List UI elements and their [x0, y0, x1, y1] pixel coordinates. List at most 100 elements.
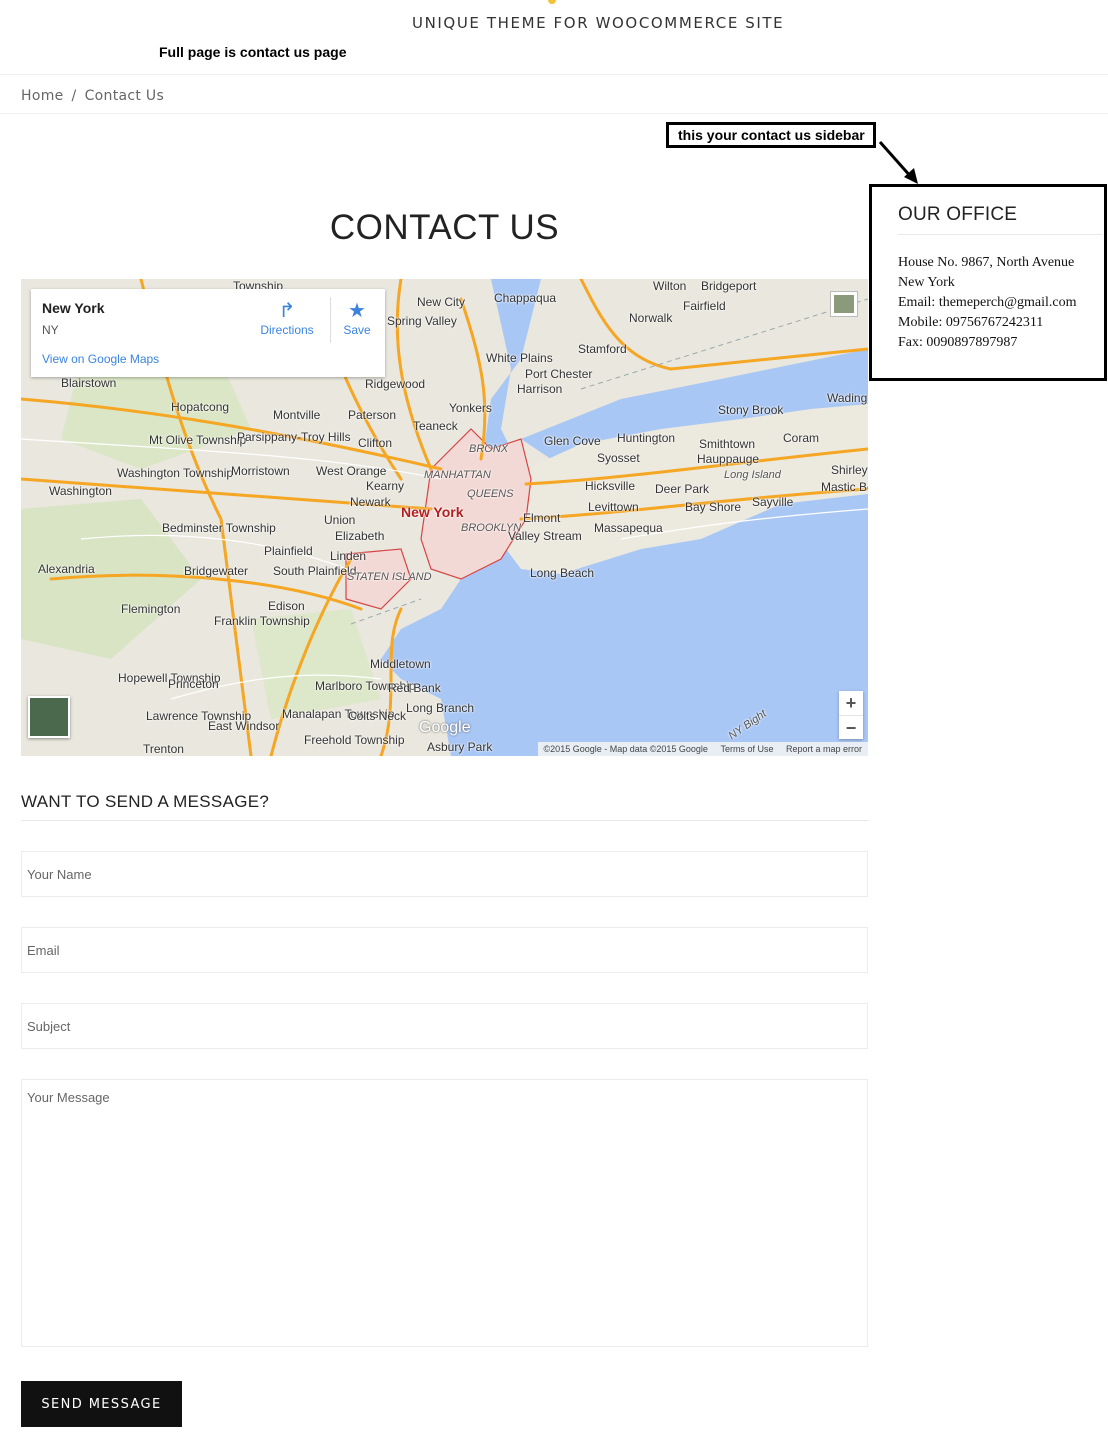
- office-address-line1: House No. 9867, North Avenue: [898, 255, 1075, 270]
- map-footer: ©2015 Google - Map data ©2015 Google Ter…: [537, 742, 868, 756]
- breadcrumb: Home / Contact Us: [21, 88, 164, 104]
- form-heading-divider: [21, 820, 868, 821]
- map-card-divider: [330, 297, 331, 343]
- map-label: Wilton: [653, 279, 687, 293]
- photo-icon[interactable]: [830, 291, 858, 317]
- subject-field[interactable]: [21, 1003, 868, 1049]
- map-label: Deer Park: [655, 482, 710, 496]
- map-label: Kearny: [366, 479, 405, 493]
- map-label: Colts Neck: [348, 709, 407, 723]
- office-title: OUR OFFICE: [898, 204, 1018, 225]
- map-label: Montville: [273, 408, 321, 422]
- map-label: Ridgewood: [365, 377, 426, 391]
- map-label: Sayville: [752, 495, 794, 509]
- breadcrumb-separator: /: [71, 88, 77, 104]
- annotation-full-page: Full page is contact us page: [159, 44, 347, 60]
- satellite-toggle[interactable]: [28, 696, 70, 738]
- map-label: Elizabeth: [335, 529, 385, 543]
- map-label: Paterson: [348, 408, 397, 422]
- map-label: Blairstown: [61, 376, 117, 390]
- map-label: Princeton: [168, 677, 219, 691]
- terms-of-use-link[interactable]: Terms of Use: [720, 744, 773, 754]
- map-label: MANHATTAN: [424, 469, 491, 481]
- map-label: Stony Brook: [718, 403, 784, 417]
- map-label: Harrison: [517, 382, 563, 396]
- map-label: Alexandria: [38, 562, 95, 576]
- map-label: Hicksville: [585, 479, 636, 493]
- site-tagline: UNIQUE THEME FOR WOOCOMMERCE SITE: [412, 14, 785, 32]
- send-message-button[interactable]: SEND MESSAGE: [21, 1381, 182, 1427]
- map-label: Port Chester: [525, 367, 593, 381]
- map-copyright: ©2015 Google - Map data ©2015 Google: [543, 744, 708, 754]
- office-info: House No. 9867, North Avenue New York Em…: [898, 253, 1077, 353]
- map-label: Plainfield: [264, 544, 313, 558]
- breadcrumb-divider: [0, 113, 1108, 114]
- map-label: Levittown: [588, 500, 639, 514]
- map-label: Coram: [783, 431, 820, 445]
- map-place-name: New York: [42, 300, 105, 316]
- map-label: Syosset: [597, 451, 640, 465]
- logo-accent-mark: [548, 0, 556, 4]
- map-label: Middletown: [370, 657, 431, 671]
- map-label: West Orange: [316, 464, 387, 478]
- save-label: Save: [343, 323, 371, 337]
- page-title: CONTACT US: [329, 208, 560, 247]
- map-label: Bay Shore: [685, 500, 742, 514]
- map-label: Asbury Park: [427, 740, 493, 754]
- map-label: Clifton: [358, 436, 393, 450]
- map-label: Bridgewater: [184, 564, 249, 578]
- email-field[interactable]: [21, 927, 868, 973]
- map-label: Stamford: [578, 342, 627, 356]
- map-label: Washington Township: [117, 466, 234, 480]
- google-map[interactable]: Township Wilton Bridgeport New City Chap…: [21, 279, 868, 756]
- map-info-card: New York NY View on Google Maps ↱ Direct…: [31, 289, 385, 377]
- directions-label: Directions: [260, 323, 314, 337]
- message-field[interactable]: [21, 1079, 868, 1347]
- view-on-google-maps-link[interactable]: View on Google Maps: [42, 352, 159, 366]
- map-label: Yonkers: [449, 401, 492, 415]
- map-label: Huntington: [617, 431, 676, 445]
- map-label: New City: [417, 295, 466, 309]
- map-label: Massapequa: [594, 521, 663, 535]
- zoom-in-button[interactable]: +: [839, 691, 863, 716]
- office-address-line2: New York: [898, 275, 955, 290]
- map-place-region: NY: [42, 323, 59, 337]
- directions-button[interactable]: ↱ Directions: [257, 299, 317, 337]
- header-divider: [0, 74, 1108, 75]
- map-label: Trenton: [143, 742, 184, 756]
- map-label: Long Beach: [530, 566, 595, 580]
- map-label: BRONX: [469, 443, 509, 455]
- map-label: Edison: [268, 599, 305, 613]
- annotation-sidebar-callout: this your contact us sidebar: [666, 122, 876, 148]
- star-icon: ★: [348, 300, 366, 322]
- breadcrumb-home-link[interactable]: Home: [21, 88, 64, 104]
- map-label: Fairfield: [683, 299, 726, 313]
- map-label: Elmont: [523, 511, 561, 525]
- map-label: Long Island: [724, 469, 781, 481]
- report-map-error-link[interactable]: Report a map error: [786, 744, 862, 754]
- zoom-out-button[interactable]: −: [839, 716, 863, 740]
- office-email: Email: themeperch@gmail.com: [898, 295, 1077, 310]
- save-button[interactable]: ★ Save: [336, 299, 378, 337]
- map-label: Shirley: [831, 463, 868, 477]
- map-label: Hauppauge: [697, 452, 760, 466]
- map-label: Hopatcong: [171, 400, 230, 414]
- form-heading: WANT TO SEND A MESSAGE?: [21, 792, 270, 811]
- map-label: Linden: [330, 549, 367, 563]
- google-logo: Google: [419, 719, 471, 736]
- office-mobile: Mobile: 09756767242311: [898, 315, 1044, 330]
- map-label: Bridgeport: [701, 279, 757, 293]
- breadcrumb-current: Contact Us: [84, 88, 165, 104]
- directions-icon: ↱: [278, 300, 296, 322]
- map-label: White Plains: [486, 351, 553, 365]
- name-field[interactable]: [21, 851, 868, 897]
- map-label: Bedminster Township: [162, 521, 276, 535]
- annotation-arrow: [878, 141, 918, 184]
- map-label: Long Branch: [406, 701, 475, 715]
- office-title-divider: [898, 234, 1102, 235]
- map-label: Red Bank: [388, 681, 441, 695]
- map-label: Washington: [49, 484, 112, 498]
- map-label: Mt Olive Township: [149, 433, 247, 447]
- map-label: QUEENS: [467, 488, 514, 500]
- map-label-city: New York: [401, 504, 464, 520]
